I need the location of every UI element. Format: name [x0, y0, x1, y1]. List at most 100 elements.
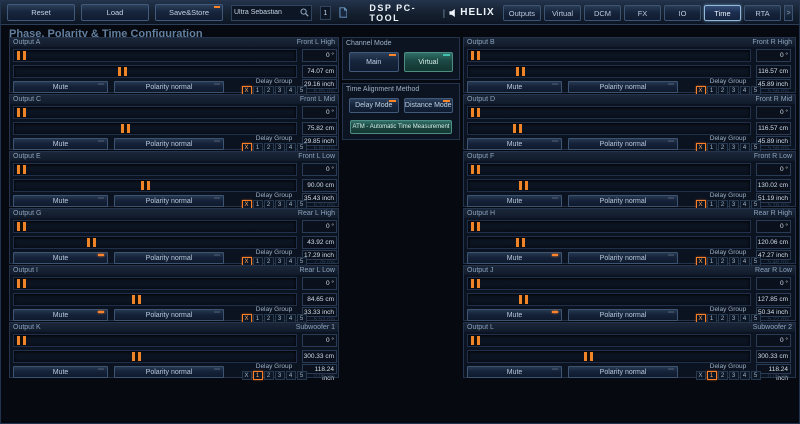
phase-slider-handle[interactable] — [17, 222, 27, 231]
mute-button[interactable]: Mute — [13, 366, 108, 378]
virtual-mode-button[interactable]: Virtual — [403, 52, 453, 72]
phase-slider[interactable] — [467, 334, 751, 347]
phase-value[interactable]: 0 ° — [756, 277, 791, 290]
load-button[interactable]: Load — [81, 4, 149, 21]
phase-value[interactable]: 0 ° — [302, 220, 337, 233]
delay-slider[interactable] — [467, 122, 751, 135]
delay-slider[interactable] — [13, 65, 297, 78]
document-icon[interactable] — [339, 7, 348, 18]
phase-slider[interactable] — [13, 106, 297, 119]
phase-slider[interactable] — [13, 49, 297, 62]
phase-value[interactable]: 0 ° — [756, 49, 791, 62]
mute-button[interactable]: Mute — [13, 252, 108, 264]
delay-slider-handle[interactable] — [132, 295, 142, 304]
distance-mode-button[interactable]: Distance Mode — [403, 98, 453, 113]
polarity-button[interactable]: Polarity normal — [568, 138, 678, 150]
delay-group-option-5[interactable]: 5 — [296, 371, 307, 380]
mute-button[interactable]: Mute — [467, 252, 562, 264]
nav-tab-fx[interactable]: FX — [624, 4, 661, 21]
reset-button[interactable]: Reset — [7, 4, 75, 21]
phase-slider[interactable] — [13, 334, 297, 347]
delay-slider-handle[interactable] — [132, 352, 142, 361]
delay-group-option-5[interactable]: 5 — [750, 371, 761, 380]
delay-slider-handle[interactable] — [121, 124, 131, 133]
atm-button[interactable]: ATM - Automatic Time Measurement — [350, 120, 452, 134]
mute-button[interactable]: Mute — [467, 81, 562, 93]
distance-cm-value[interactable]: 116.57 cm — [756, 65, 791, 78]
mute-button[interactable]: Mute — [467, 366, 562, 378]
polarity-button[interactable]: Polarity normal — [568, 195, 678, 207]
phase-slider-handle[interactable] — [471, 108, 481, 117]
delay-slider-handle[interactable] — [583, 352, 593, 361]
polarity-button[interactable]: Polarity normal — [568, 366, 678, 378]
mute-button[interactable]: Mute — [13, 81, 108, 93]
delay-slider[interactable] — [13, 179, 297, 192]
delay-slider[interactable] — [467, 293, 751, 306]
phase-value[interactable]: 0 ° — [756, 163, 791, 176]
delay-slider[interactable] — [13, 293, 297, 306]
delay-slider-handle[interactable] — [518, 295, 528, 304]
polarity-button[interactable]: Polarity normal — [568, 81, 678, 93]
delay-group-option-1[interactable]: 1 — [706, 371, 717, 380]
phase-slider-handle[interactable] — [17, 279, 27, 288]
phase-slider[interactable] — [467, 106, 751, 119]
distance-cm-value[interactable]: 75.82 cm — [302, 122, 337, 135]
delay-mode-button[interactable]: Delay Mode — [349, 98, 399, 113]
delay-group-option-4[interactable]: 4 — [739, 371, 750, 380]
phase-value[interactable]: 0 ° — [756, 334, 791, 347]
nav-tab-outputs[interactable]: Outputs — [502, 4, 541, 21]
distance-cm-value[interactable]: 120.06 cm — [756, 236, 791, 249]
mute-button[interactable]: Mute — [13, 195, 108, 207]
delay-group-option-1[interactable]: 1 — [252, 371, 263, 380]
distance-cm-value[interactable]: 43.92 cm — [302, 236, 337, 249]
search-icon[interactable] — [300, 8, 309, 17]
delay-slider[interactable] — [13, 122, 297, 135]
device-count-stepper[interactable]: 1 — [319, 5, 331, 20]
polarity-button[interactable]: Polarity normal — [114, 138, 224, 150]
delay-slider-handle[interactable] — [118, 67, 128, 76]
phase-value[interactable]: 0 ° — [756, 220, 791, 233]
distance-cm-value[interactable]: 74.07 cm — [302, 65, 337, 78]
phase-value[interactable]: 0 ° — [302, 49, 337, 62]
distance-cm-value[interactable]: 127.85 cm — [756, 293, 791, 306]
delay-slider-handle[interactable] — [140, 181, 150, 190]
phase-value[interactable]: 0 ° — [756, 106, 791, 119]
delay-group-option-x[interactable]: X — [695, 371, 706, 380]
phase-slider-handle[interactable] — [471, 279, 481, 288]
phase-slider-handle[interactable] — [471, 165, 481, 174]
distance-cm-value[interactable]: 90.00 cm — [302, 179, 337, 192]
distance-cm-value[interactable]: 116.57 cm — [756, 122, 791, 135]
nav-more-button[interactable]: > — [784, 4, 793, 21]
phase-slider-handle[interactable] — [17, 336, 27, 345]
polarity-button[interactable]: Polarity normal — [568, 252, 678, 264]
delay-slider-handle[interactable] — [518, 181, 528, 190]
phase-slider-handle[interactable] — [17, 108, 27, 117]
phase-slider[interactable] — [467, 220, 751, 233]
delay-slider[interactable] — [467, 65, 751, 78]
nav-tab-rta[interactable]: RTA — [744, 4, 781, 21]
delay-slider[interactable] — [13, 236, 297, 249]
polarity-button[interactable]: Polarity normal — [568, 309, 678, 321]
phase-slider[interactable] — [467, 277, 751, 290]
polarity-button[interactable]: Polarity normal — [114, 195, 224, 207]
delay-group-option-3[interactable]: 3 — [274, 371, 285, 380]
mute-button[interactable]: Mute — [467, 309, 562, 321]
distance-cm-value[interactable]: 300.33 cm — [302, 350, 337, 363]
mute-button[interactable]: Mute — [467, 195, 562, 207]
delay-slider[interactable] — [467, 350, 751, 363]
phase-value[interactable]: 0 ° — [302, 277, 337, 290]
polarity-button[interactable]: Polarity normal — [114, 309, 224, 321]
phase-slider[interactable] — [467, 163, 751, 176]
delay-slider[interactable] — [13, 350, 297, 363]
phase-slider[interactable] — [13, 163, 297, 176]
phase-slider-handle[interactable] — [17, 51, 27, 60]
phase-slider[interactable] — [13, 220, 297, 233]
polarity-button[interactable]: Polarity normal — [114, 252, 224, 264]
mute-button[interactable]: Mute — [13, 309, 108, 321]
distance-cm-value[interactable]: 84.65 cm — [302, 293, 337, 306]
phase-slider[interactable] — [467, 49, 751, 62]
save-store-button[interactable]: Save&Store — [155, 4, 223, 21]
distance-cm-value[interactable]: 300.33 cm — [756, 350, 791, 363]
polarity-button[interactable]: Polarity normal — [114, 366, 224, 378]
delay-slider-handle[interactable] — [513, 124, 523, 133]
